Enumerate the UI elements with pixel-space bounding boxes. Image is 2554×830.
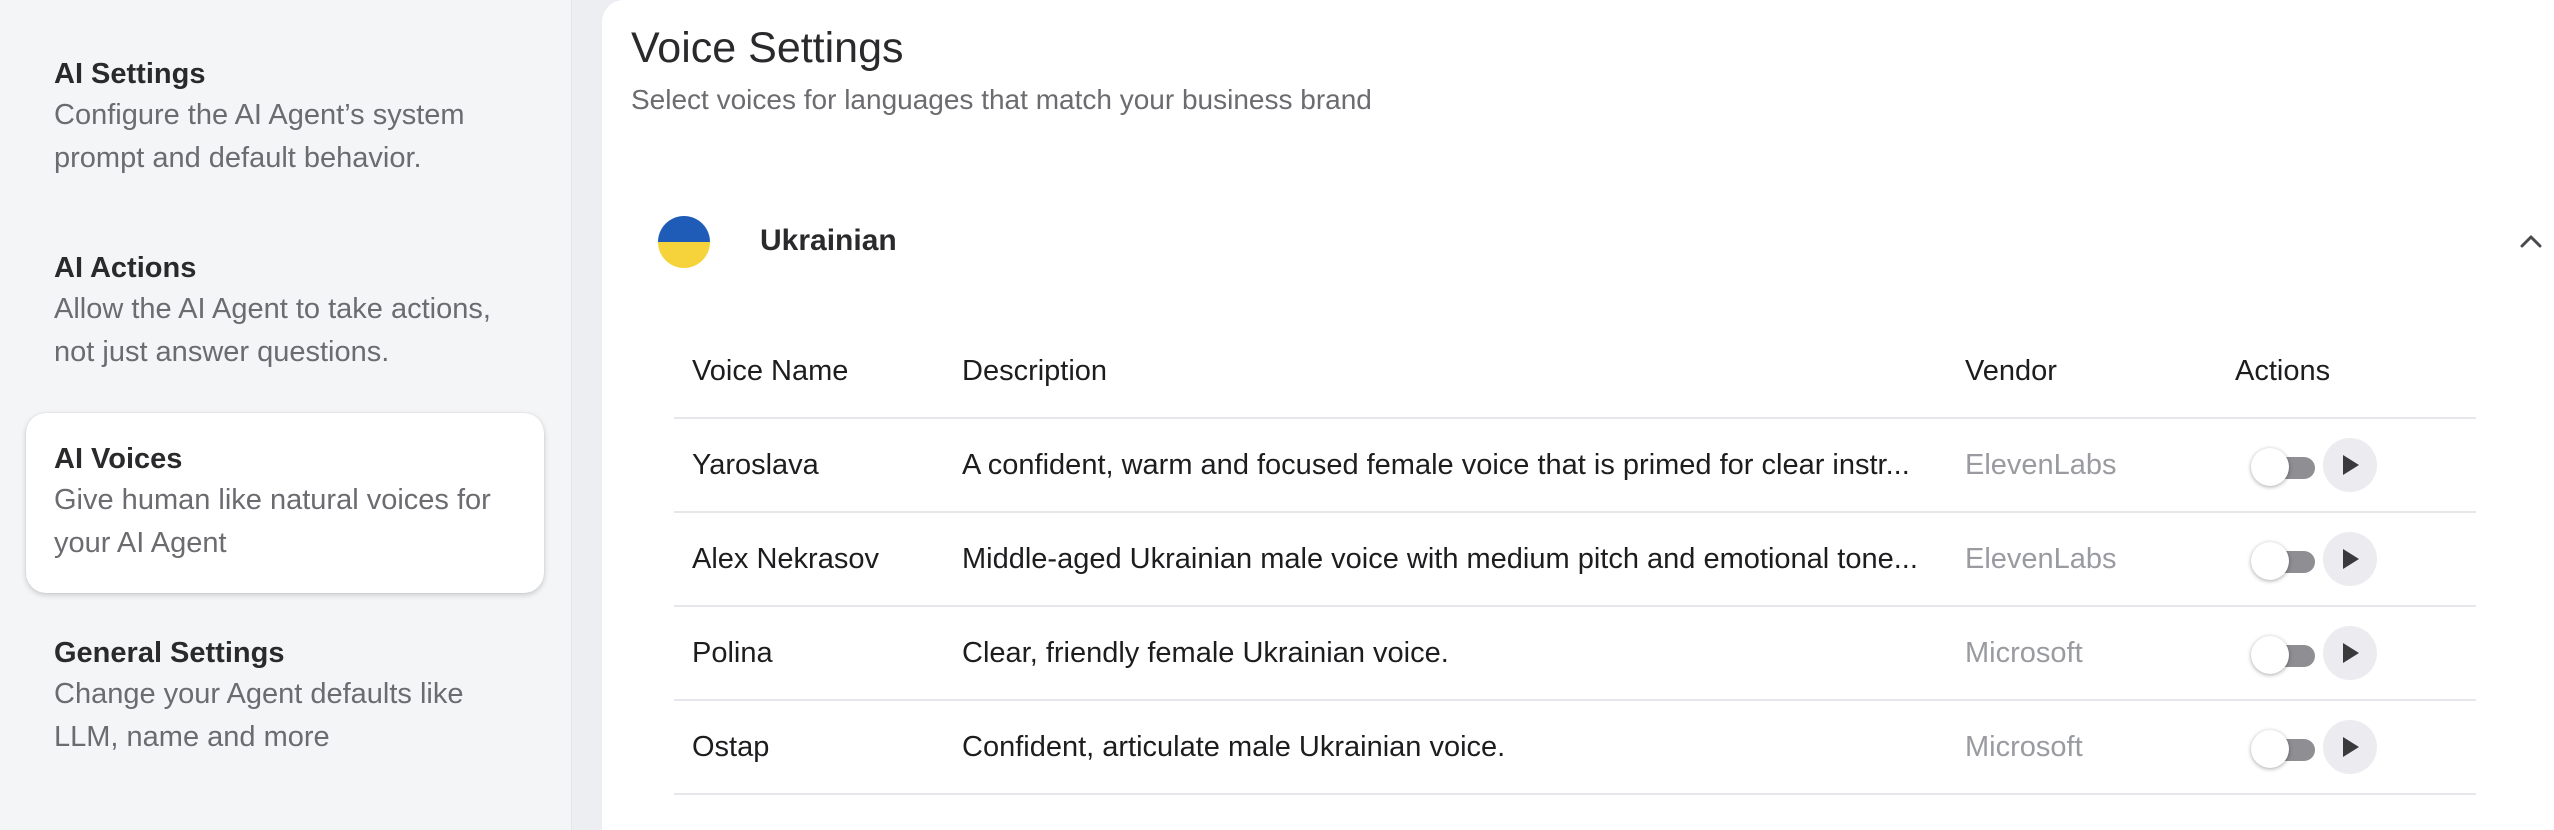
voice-name: Yaroslava (674, 418, 944, 513)
language-section-header[interactable]: Ukrainian (658, 210, 2542, 274)
play-preview-button[interactable] (2323, 626, 2377, 680)
chevron-up-icon[interactable] (2516, 226, 2546, 256)
ukraine-flag-icon (658, 216, 710, 268)
play-preview-button[interactable] (2323, 720, 2377, 774)
table-row: Yaroslava A confident, warm and focused … (674, 418, 2476, 513)
voice-vendor: ElevenLabs (1947, 512, 2217, 607)
voice-description: Clear, friendly female Ukrainian voice. (944, 606, 1947, 701)
voice-actions (2217, 606, 2476, 701)
sidebar-item-description: Give human like natural voices for your … (54, 484, 491, 559)
sidebar-item-title: AI Voices (54, 443, 183, 475)
column-header-description: Description (944, 325, 1947, 419)
table-header-row: Voice Name Description Vendor Actions (674, 325, 2476, 419)
sidebar-item-ai-voices[interactable]: AI Voices Give human like natural voices… (26, 413, 544, 593)
sidebar-item-description: Configure the AI Agent’s system prompt a… (54, 99, 465, 174)
voice-description: Middle-aged Ukrainian male voice with me… (944, 512, 1947, 607)
voice-name: Ostap (674, 700, 944, 795)
sidebar-item-description: Change your Agent defaults like LLM, nam… (54, 678, 464, 753)
play-icon (2343, 455, 2359, 475)
voice-name: Polina (674, 606, 944, 701)
voice-vendor: Microsoft (1947, 700, 2217, 795)
play-preview-button[interactable] (2323, 532, 2377, 586)
table-row: Ostap Confident, articulate male Ukraini… (674, 700, 2476, 795)
voices-table: Voice Name Description Vendor Actions Ya… (674, 325, 2476, 795)
voice-description: A confident, warm and focused female voi… (944, 418, 1947, 513)
play-icon (2343, 549, 2359, 569)
play-icon (2343, 643, 2359, 663)
table-row: Alex Nekrasov Middle-aged Ukrainian male… (674, 512, 2476, 607)
sidebar-item-title: AI Actions (54, 252, 197, 284)
column-header-vendor: Vendor (1947, 325, 2217, 419)
sidebar-item-ai-actions[interactable]: AI Actions Allow the AI Agent to take ac… (26, 222, 544, 402)
sidebar-item-title: General Settings (54, 637, 285, 669)
column-header-actions: Actions (2217, 325, 2476, 419)
voice-vendor: Microsoft (1947, 606, 2217, 701)
play-preview-button[interactable] (2323, 438, 2377, 492)
voice-actions (2217, 700, 2476, 795)
settings-sidebar: AI Settings Configure the AI Agent’s sys… (0, 0, 572, 830)
voice-enable-toggle[interactable] (2251, 539, 2315, 580)
voice-settings-panel: Voice Settings Select voices for languag… (602, 0, 2554, 830)
table-row: Polina Clear, friendly female Ukrainian … (674, 606, 2476, 701)
page-title: Voice Settings (631, 24, 904, 72)
sidebar-item-general-settings[interactable]: General Settings Change your Agent defau… (26, 607, 544, 787)
column-header-voice-name: Voice Name (674, 325, 944, 419)
sidebar-item-description: Allow the AI Agent to take actions, not … (54, 293, 491, 368)
voice-actions (2217, 512, 2476, 607)
sidebar-item-ai-settings[interactable]: AI Settings Configure the AI Agent’s sys… (26, 28, 544, 208)
voice-vendor: ElevenLabs (1947, 418, 2217, 513)
voice-description: Confident, articulate male Ukrainian voi… (944, 700, 1947, 795)
language-name: Ukrainian (760, 224, 897, 257)
voice-enable-toggle[interactable] (2251, 727, 2315, 768)
voice-actions (2217, 418, 2476, 513)
play-icon (2343, 737, 2359, 757)
voice-name: Alex Nekrasov (674, 512, 944, 607)
voice-enable-toggle[interactable] (2251, 633, 2315, 674)
sidebar-item-title: AI Settings (54, 58, 206, 90)
page-subtitle: Select voices for languages that match y… (631, 84, 1372, 115)
voice-enable-toggle[interactable] (2251, 445, 2315, 486)
